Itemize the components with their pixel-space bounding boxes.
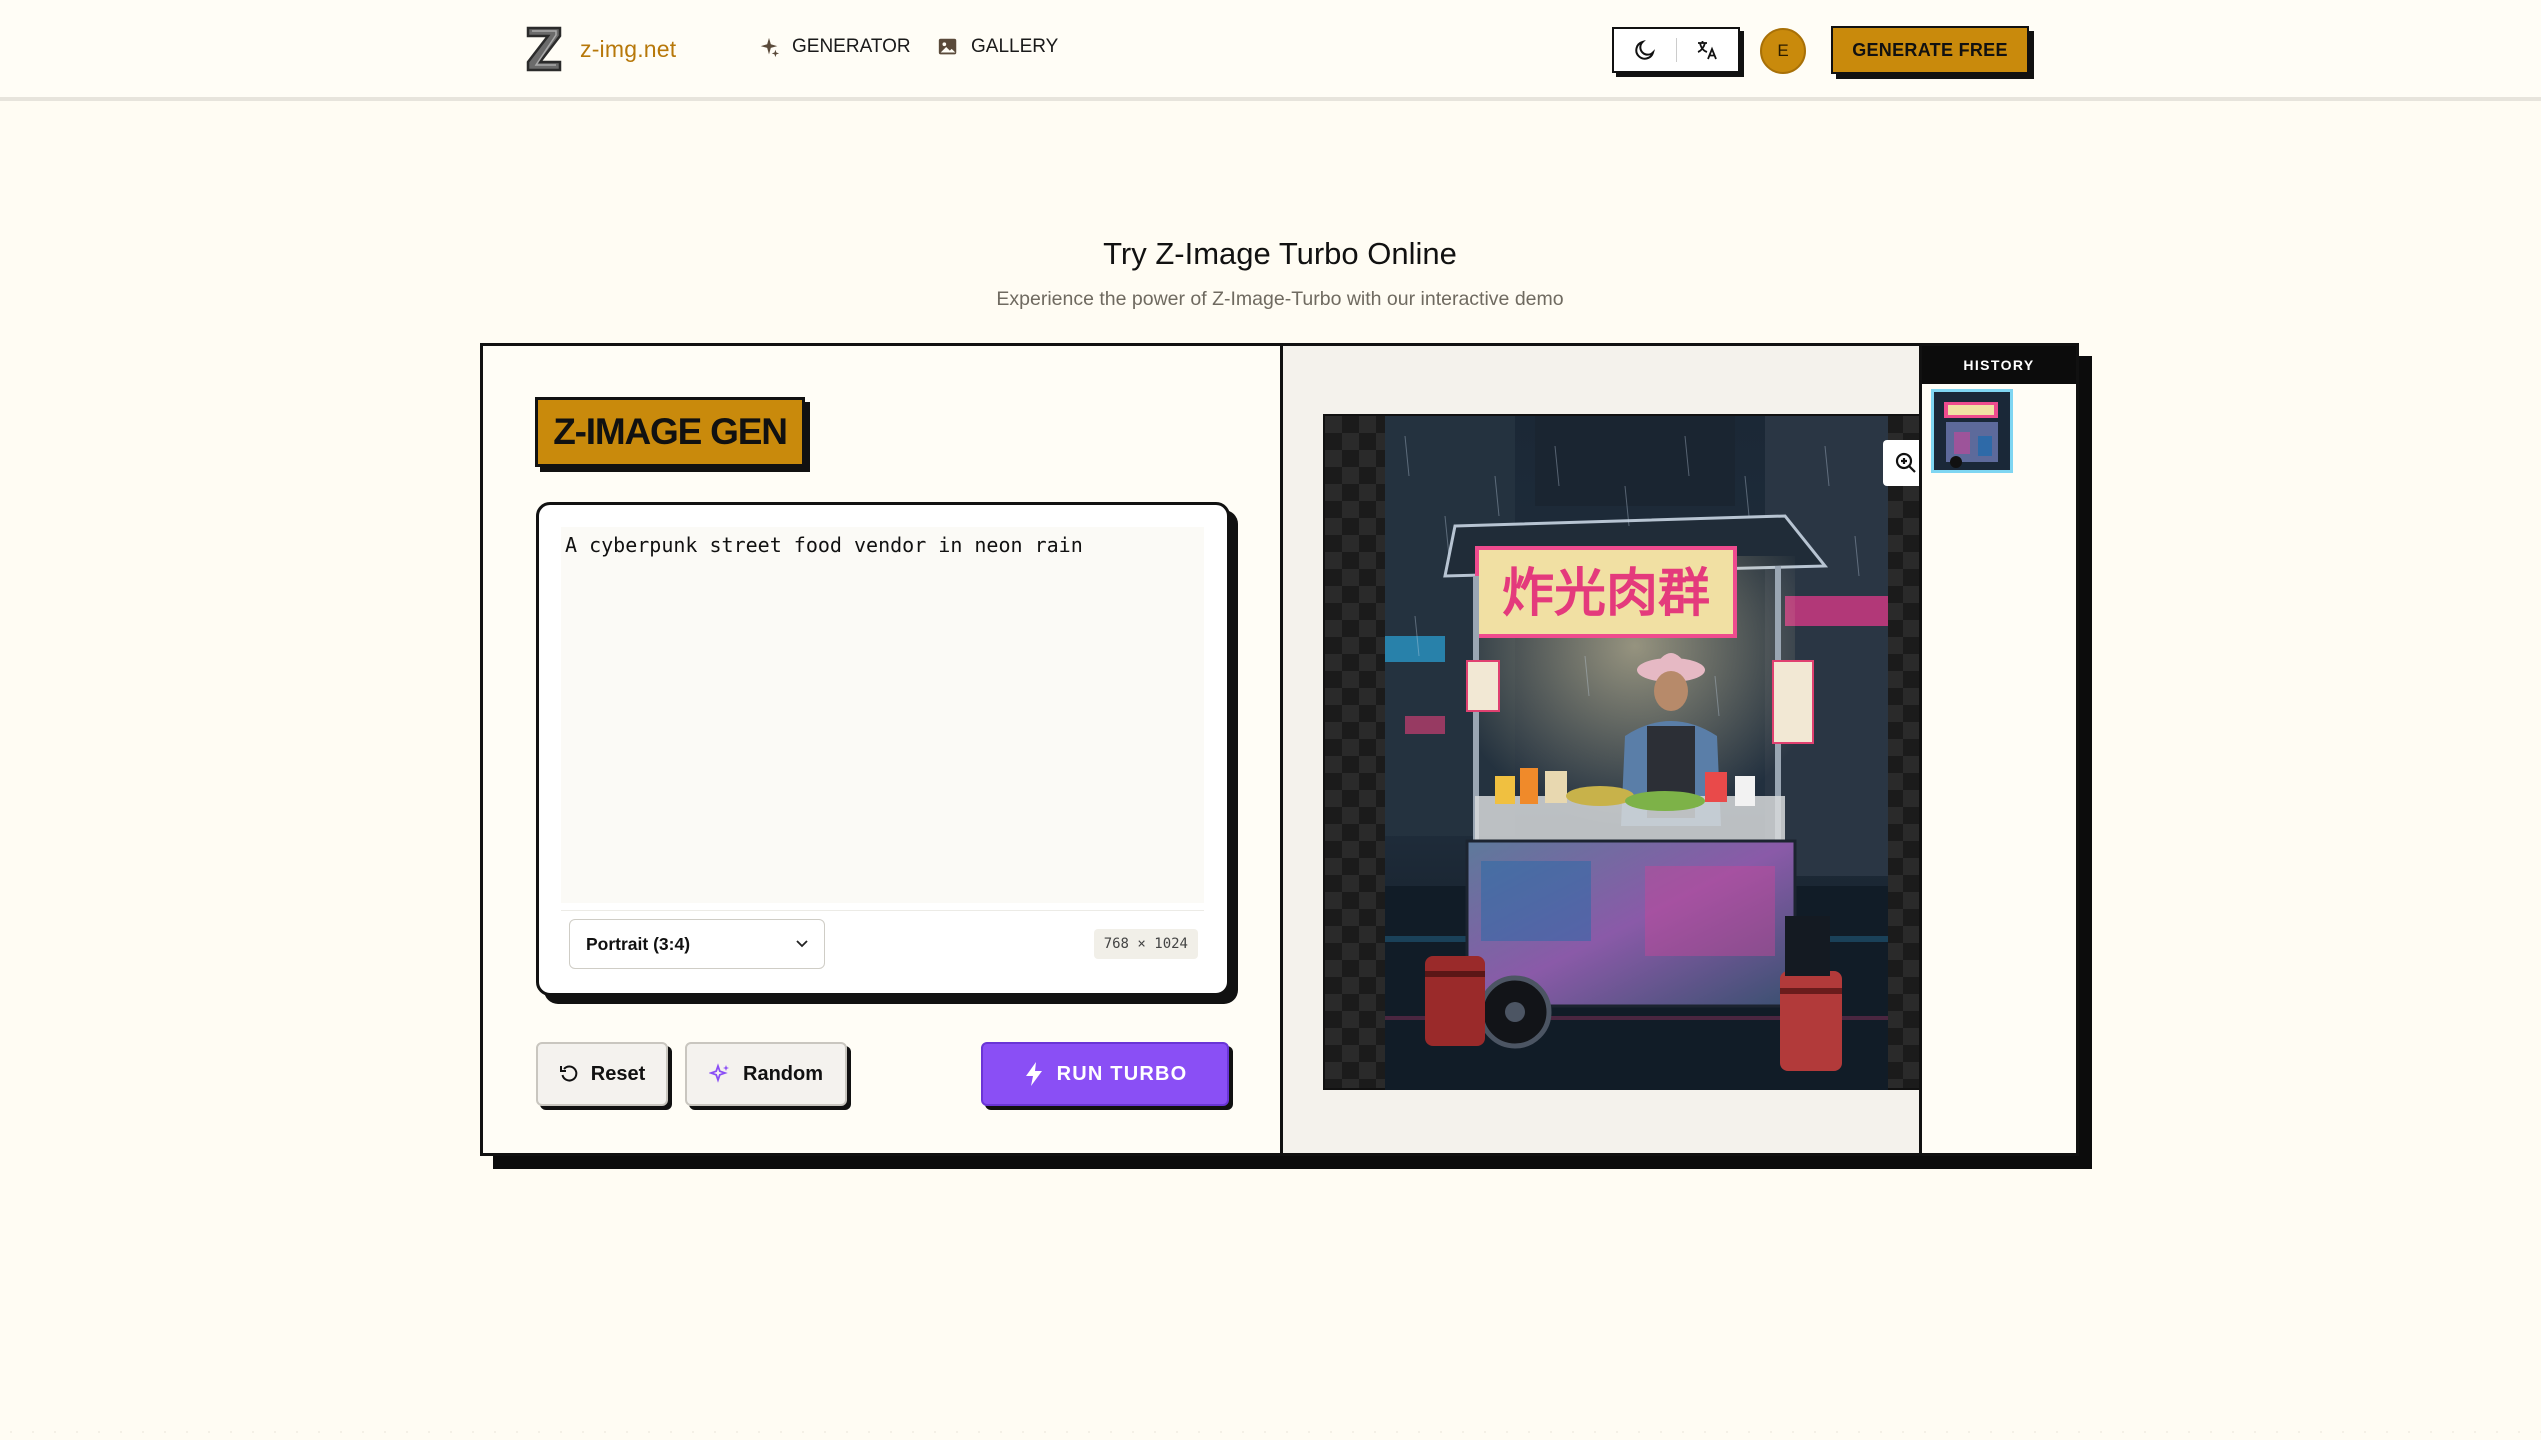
reset-button[interactable]: Reset bbox=[536, 1042, 668, 1106]
generated-image[interactable]: 炸光肉群 bbox=[1385, 416, 1888, 1090]
sparkle-icon bbox=[760, 37, 780, 58]
chevron-down-icon bbox=[796, 940, 808, 948]
generator-card: Z-IMAGE GEN Portrait (3:4) 768 × 1024 Re… bbox=[480, 343, 2079, 1156]
zoom-in-icon bbox=[1895, 452, 1916, 473]
history-label: HISTORY bbox=[1922, 346, 2076, 384]
page-subtitle: Experience the power of Z-Image-Turbo wi… bbox=[996, 288, 1564, 310]
vendor-sign-text: 炸光肉群 bbox=[1502, 564, 1710, 624]
random-label: Random bbox=[743, 1062, 823, 1085]
generated-image-artwork: 炸光肉群 bbox=[1385, 416, 1888, 1090]
nav-gallery[interactable]: GALLERY bbox=[937, 36, 1058, 58]
run-turbo-label: RUN TURBO bbox=[1056, 1062, 1188, 1085]
generator-panel: Z-IMAGE GEN Portrait (3:4) 768 × 1024 Re… bbox=[483, 346, 1280, 1153]
logo-text[interactable]: z-img.net bbox=[580, 36, 676, 63]
z-logo-icon[interactable] bbox=[524, 24, 564, 74]
reset-label: Reset bbox=[590, 1062, 646, 1085]
history-thumbnail-image bbox=[1934, 392, 2010, 470]
aspect-ratio-value: Portrait (3:4) bbox=[586, 933, 691, 954]
prompt-options-row: Portrait (3:4) 768 × 1024 bbox=[561, 910, 1204, 972]
prompt-input[interactable] bbox=[561, 527, 1204, 903]
language-button[interactable] bbox=[1676, 29, 1738, 71]
history-panel: HISTORY bbox=[1922, 346, 2076, 1153]
generator-badge: Z-IMAGE GEN bbox=[535, 397, 805, 467]
lightning-icon bbox=[1025, 1062, 1042, 1086]
preview-frame: 炸光肉群 bbox=[1323, 414, 1949, 1090]
prompt-container: Portrait (3:4) 768 × 1024 bbox=[536, 502, 1230, 996]
top-navigation-bar: z-img.net GENERATOR GALLERY E GENERATE F… bbox=[0, 0, 2541, 101]
user-avatar[interactable]: E bbox=[1760, 28, 1806, 74]
nav-generator[interactable]: GENERATOR bbox=[758, 36, 911, 58]
moon-icon bbox=[1635, 39, 1655, 60]
aspect-ratio-select[interactable]: Portrait (3:4) bbox=[569, 919, 825, 969]
sparkles-icon bbox=[709, 1063, 729, 1083]
random-button[interactable]: Random bbox=[685, 1042, 847, 1106]
reset-icon bbox=[559, 1065, 578, 1082]
footer-dotted-divider bbox=[0, 1430, 2541, 1434]
image-icon bbox=[938, 38, 957, 55]
nav-gallery-label: GALLERY bbox=[971, 36, 1059, 57]
preview-panel: 炸光肉群 bbox=[1283, 346, 1949, 1153]
dimensions-badge: 768 × 1024 bbox=[1093, 929, 1198, 959]
generate-free-button[interactable]: GENERATE FREE bbox=[1831, 26, 2029, 74]
run-turbo-button[interactable]: RUN TURBO bbox=[981, 1042, 1229, 1106]
nav-generator-label: GENERATOR bbox=[792, 36, 911, 57]
theme-toggle-button[interactable] bbox=[1614, 29, 1676, 71]
translate-icon bbox=[1697, 41, 1718, 60]
history-thumbnail[interactable] bbox=[1931, 389, 2013, 473]
page-title: Try Z-Image Turbo Online bbox=[1103, 236, 1457, 271]
settings-toggle-group bbox=[1612, 27, 1740, 73]
